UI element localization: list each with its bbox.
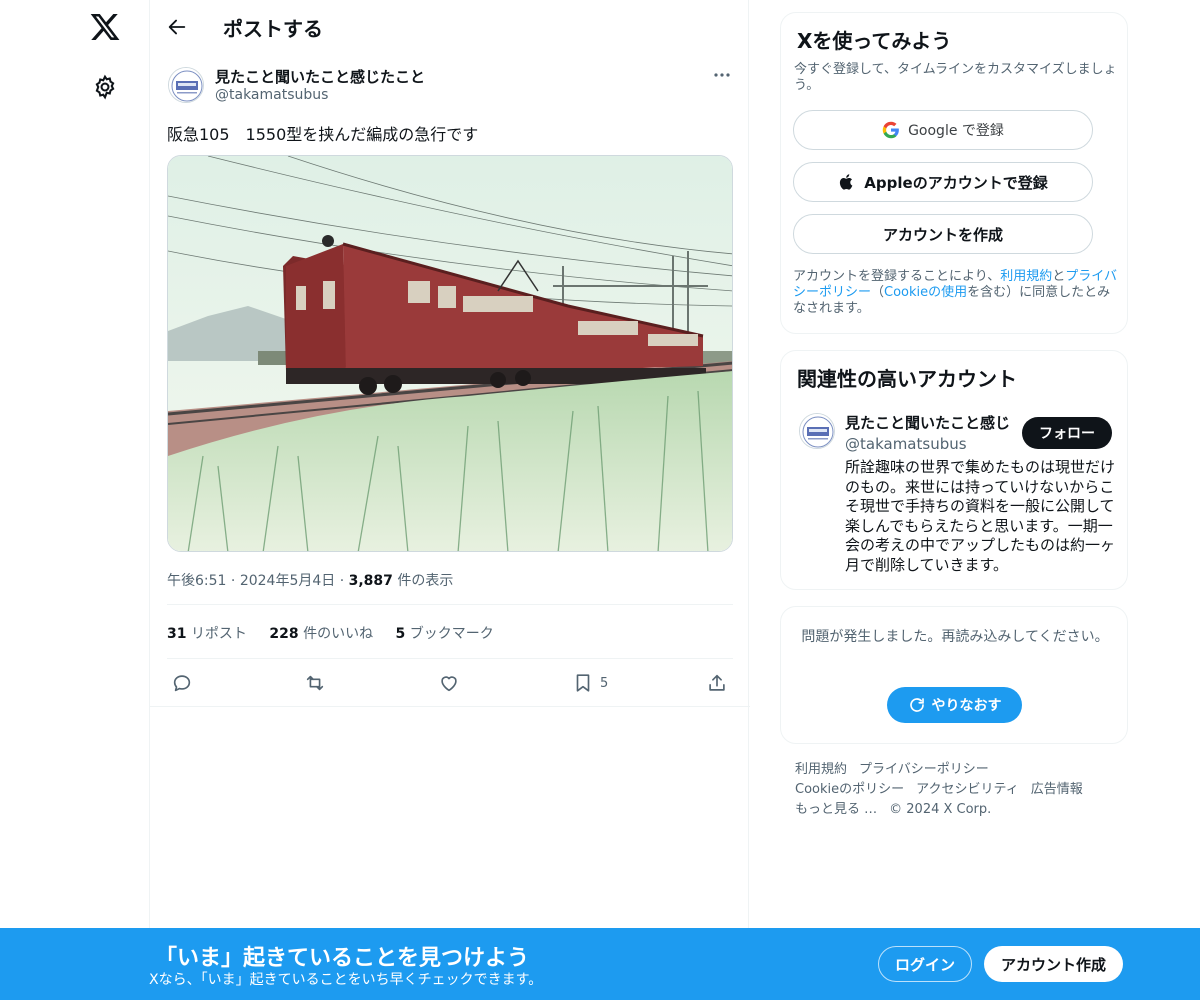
related-accounts-title: 関連性の高いアカウント bbox=[797, 367, 1017, 391]
bookmarks-stat[interactable]: 5 ブックマーク bbox=[396, 626, 494, 642]
bookmark-count: 5 bbox=[600, 675, 609, 691]
post-date[interactable]: 2024年5月4日 bbox=[240, 573, 335, 589]
repost-button[interactable] bbox=[304, 668, 326, 698]
x-logo-icon[interactable] bbox=[89, 11, 121, 43]
likes-stat[interactable]: 228 件のいいね bbox=[269, 626, 373, 642]
google-icon bbox=[882, 121, 899, 139]
error-message: 問題が発生しました。再読み込みしてください。 bbox=[801, 629, 1109, 645]
author-name[interactable]: 見たこと聞いたこと感じたこと bbox=[215, 66, 425, 87]
signup-legal-text: アカウントを登録することにより、利用規約とプライバシーポリシー（Cookieの使… bbox=[793, 269, 1118, 316]
divider bbox=[167, 604, 733, 605]
post-image[interactable] bbox=[167, 155, 733, 552]
author-avatar[interactable] bbox=[168, 67, 204, 103]
login-button[interactable]: ログイン bbox=[878, 946, 972, 982]
footer-link-cookie[interactable]: Cookieのポリシー bbox=[795, 782, 904, 797]
apple-icon bbox=[840, 174, 853, 190]
left-nav bbox=[0, 0, 150, 1000]
retry-button[interactable]: やりなおす bbox=[887, 687, 1022, 723]
related-accounts-card: 関連性の高いアカウント 見たこと聞いたこと感じ @takamatsubus フォ… bbox=[780, 350, 1128, 590]
views-count: 3,887 bbox=[348, 573, 393, 589]
share-icon bbox=[709, 674, 725, 691]
signup-bottom-bar: 「いま」起きていることを見つけよう Xなら、「いま」起きていることをいち早くチェ… bbox=[0, 928, 1200, 1000]
reposts-stat[interactable]: 31 リポスト bbox=[167, 626, 247, 642]
bottom-bar-title: 「いま」起きていることを見つけよう bbox=[155, 946, 530, 971]
related-handle[interactable]: @takamatsubus bbox=[845, 435, 967, 453]
related-bio: 所詮趣味の世界で集めたものは現世だけのもの。来世には持っていけないからこそ現世で… bbox=[845, 458, 1116, 574]
reply-button[interactable] bbox=[171, 668, 193, 698]
footer-link-terms[interactable]: 利用規約 bbox=[795, 762, 847, 777]
create-account-button[interactable]: アカウントを作成 bbox=[793, 214, 1093, 254]
meta-separator: · bbox=[339, 573, 345, 589]
post-stats: 31 リポスト 228 件のいいね 5 ブックマーク bbox=[167, 623, 512, 643]
share-button[interactable] bbox=[706, 668, 728, 698]
signup-card-subtitle: 今すぐ登録して、タイムラインをカスタマイズしましょう。 bbox=[794, 62, 1117, 93]
error-card: 問題が発生しました。再読み込みしてください。 やりなおす bbox=[780, 606, 1128, 744]
gear-icon[interactable] bbox=[92, 74, 118, 100]
arrow-left-icon[interactable] bbox=[166, 16, 188, 38]
page-title: ポストする bbox=[223, 17, 323, 41]
repost-icon bbox=[306, 675, 324, 691]
cookie-link[interactable]: Cookieの使用 bbox=[884, 285, 967, 300]
meta-separator: · bbox=[230, 573, 236, 589]
author-handle[interactable]: @takamatsubus bbox=[215, 87, 328, 103]
signup-card-title: Xを使ってみよう bbox=[797, 29, 952, 53]
divider bbox=[150, 706, 750, 707]
post-time[interactable]: 午後6:51 bbox=[167, 573, 226, 589]
like-button[interactable] bbox=[438, 668, 460, 698]
footer-link-accessibility[interactable]: アクセシビリティ bbox=[916, 782, 1019, 797]
post-text: 阪急105 1550型を挟んだ編成の急行です bbox=[167, 125, 479, 144]
footer-link-privacy[interactable]: プライバシーポリシー bbox=[859, 762, 989, 777]
footer-link-ads[interactable]: 広告情報 bbox=[1031, 782, 1083, 797]
post-meta: 午後6:51 · 2024年5月4日 · 3,887 件の表示 bbox=[167, 570, 453, 590]
apple-signup-label: Appleのアカウントで登録 bbox=[864, 173, 1048, 192]
post-actions: 5 bbox=[150, 668, 750, 698]
divider bbox=[167, 658, 733, 659]
related-avatar[interactable] bbox=[799, 413, 835, 449]
retry-label: やりなおす bbox=[931, 698, 1002, 714]
bottom-bar-subtitle: Xなら、「いま」起きていることをいち早くチェックできます。 bbox=[149, 972, 543, 988]
google-signup-label: Google で登録 bbox=[908, 123, 1004, 139]
heart-icon bbox=[441, 676, 457, 692]
refresh-icon bbox=[909, 698, 924, 712]
footer-links: 利用規約 プライバシーポリシー Cookieのポリシー アクセシビリティ 広告情報 も… bbox=[795, 760, 1115, 820]
bookmark-button[interactable]: 5 bbox=[572, 668, 608, 698]
page-header: ポストする bbox=[150, 0, 750, 54]
google-signup-button[interactable]: Google で登録 bbox=[793, 110, 1093, 150]
reply-icon bbox=[173, 675, 191, 692]
signup-button[interactable]: アカウント作成 bbox=[984, 946, 1123, 982]
main-column: ポストする 見たこと聞いたこと感じたこと @takamatsubus 阪急105… bbox=[149, 0, 750, 1000]
follow-button[interactable]: フォロー bbox=[1022, 417, 1112, 449]
related-name[interactable]: 見たこと聞いたこと感じ bbox=[845, 412, 1010, 433]
terms-link[interactable]: 利用規約 bbox=[1000, 269, 1052, 284]
views-label: 件の表示 bbox=[397, 573, 454, 589]
footer-copyright: © 2024 X Corp. bbox=[889, 802, 992, 817]
bookmark-icon bbox=[576, 674, 590, 692]
apple-signup-button[interactable]: Appleのアカウントで登録 bbox=[793, 162, 1093, 202]
more-icon[interactable] bbox=[712, 68, 732, 82]
create-account-label: アカウントを作成 bbox=[882, 225, 1003, 244]
footer-link-more[interactable]: もっと見る … bbox=[795, 802, 877, 817]
signup-card: Xを使ってみよう 今すぐ登録して、タイムラインをカスタマイズしましょう。 Goo… bbox=[780, 12, 1128, 334]
